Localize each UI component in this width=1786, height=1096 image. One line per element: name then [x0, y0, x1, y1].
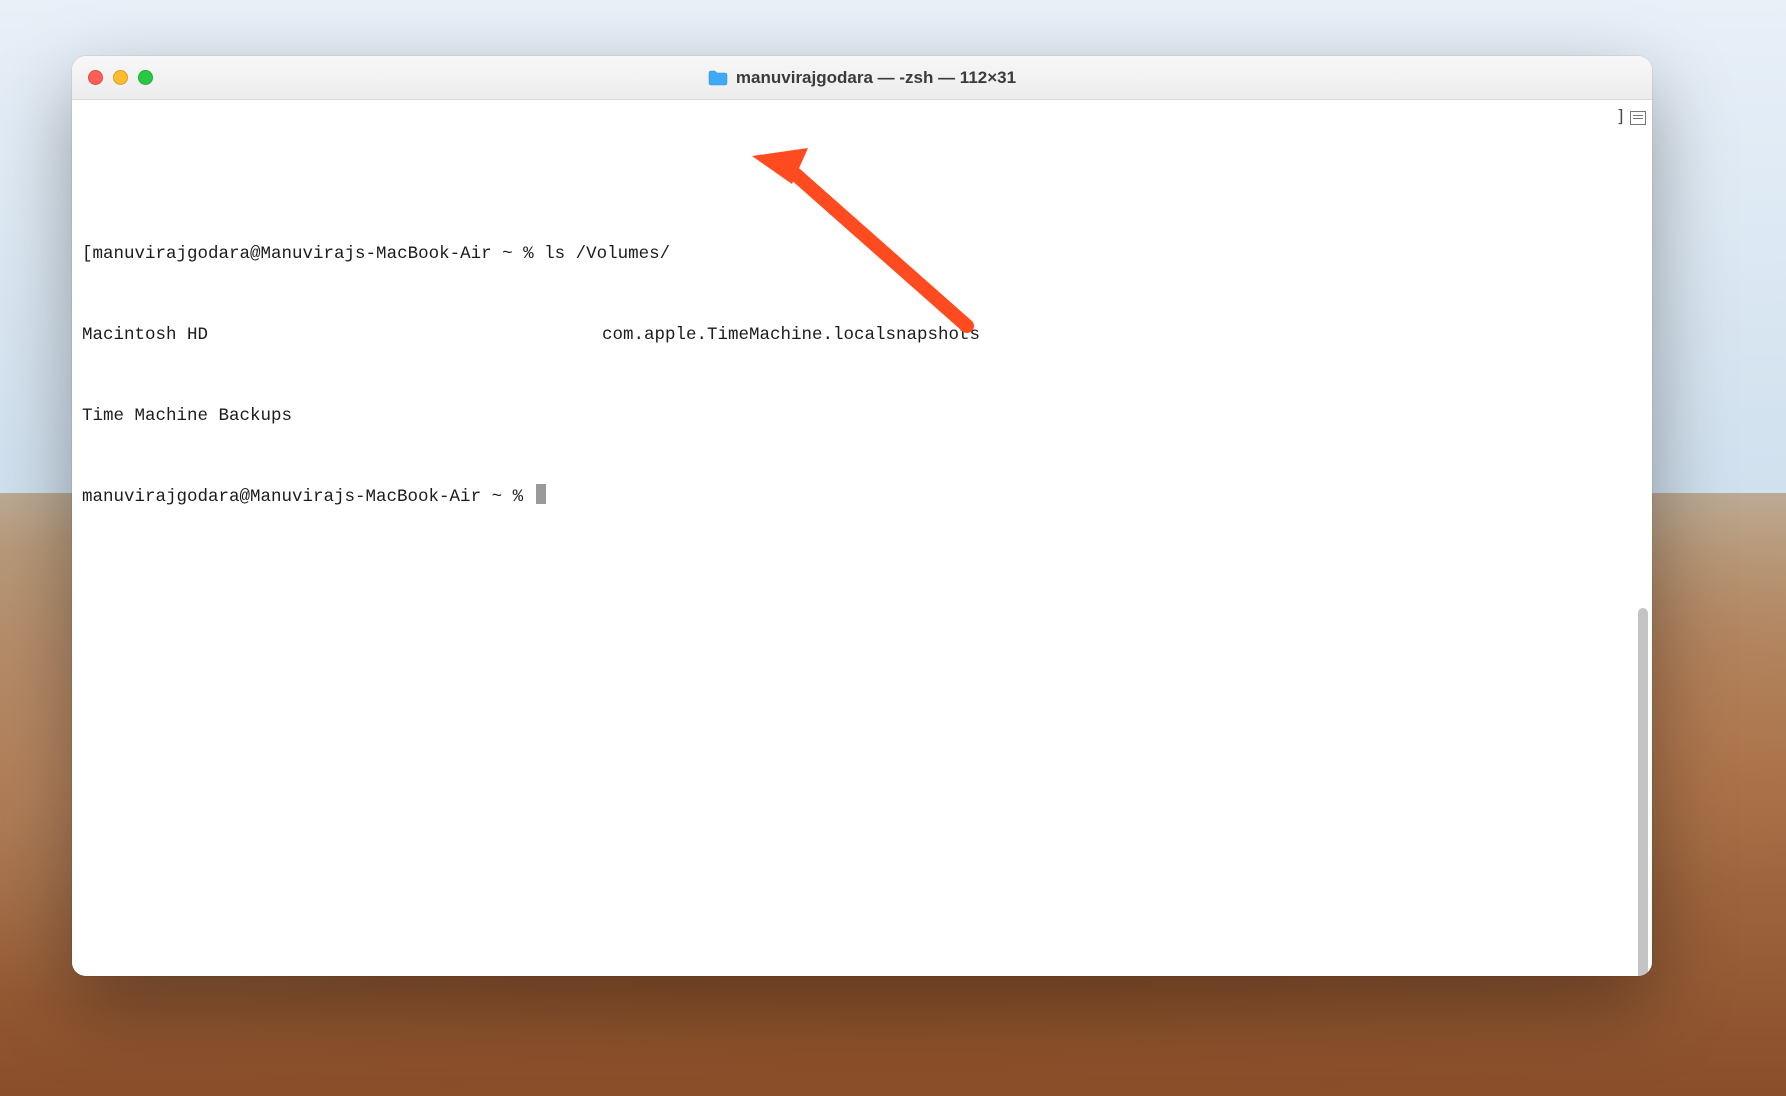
- terminal-output-row-2: Time Machine Backups: [82, 403, 1642, 430]
- bracket-open: [: [82, 244, 93, 264]
- terminal-window[interactable]: manuvirajgodara — -zsh — 112×31 ] [manuv…: [72, 56, 1652, 976]
- bracket-close-indicator: ]: [1616, 104, 1626, 131]
- scrollbar-track[interactable]: [1638, 108, 1650, 966]
- minimize-button[interactable]: [113, 70, 128, 85]
- maximize-button[interactable]: [138, 70, 153, 85]
- traffic-lights: [72, 70, 153, 85]
- prompt-text: manuvirajgodara@Manuvirajs-MacBook-Air ~…: [93, 244, 545, 264]
- ls-output-col1: Macintosh HD: [82, 322, 602, 349]
- terminal-body[interactable]: ] [manuvirajgodara@Manuvirajs-MacBook-Ai…: [72, 100, 1652, 976]
- window-title: manuvirajgodara — -zsh — 112×31: [736, 68, 1016, 88]
- command-text: ls /Volumes/: [544, 244, 670, 264]
- prompt-text: manuvirajgodara@Manuvirajs-MacBook-Air ~…: [82, 487, 534, 507]
- ls-output-col1: Time Machine Backups: [82, 406, 292, 426]
- ls-output-col2: com.apple.TimeMachine.localsnapshots: [602, 322, 1642, 349]
- terminal-line-1: [manuvirajgodara@Manuvirajs-MacBook-Air …: [82, 241, 1642, 268]
- folder-icon: [708, 70, 728, 86]
- scrollbar-thumb[interactable]: [1638, 608, 1648, 976]
- cursor-icon: [536, 484, 546, 504]
- window-title-group: manuvirajgodara — -zsh — 112×31: [72, 68, 1652, 88]
- terminal-output-row-1: Macintosh HDcom.apple.TimeMachine.locals…: [82, 322, 1642, 349]
- titlebar[interactable]: manuvirajgodara — -zsh — 112×31: [72, 56, 1652, 100]
- close-button[interactable]: [88, 70, 103, 85]
- terminal-line-4: manuvirajgodara@Manuvirajs-MacBook-Air ~…: [82, 484, 1642, 511]
